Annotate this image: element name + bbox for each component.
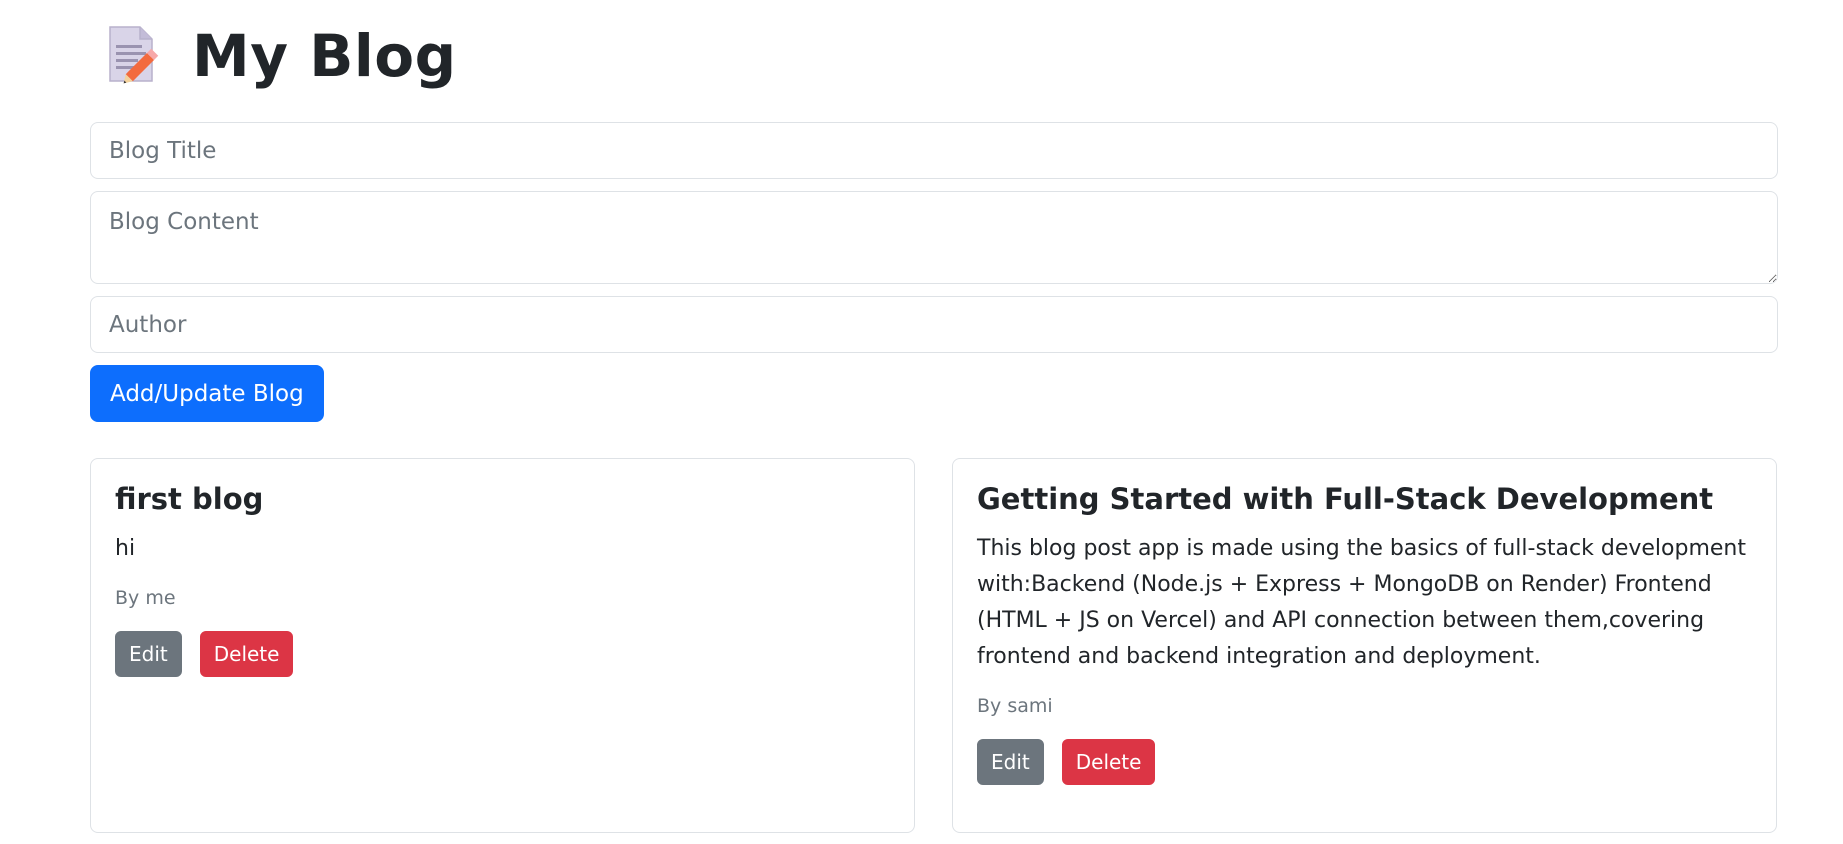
page-title: My Blog (192, 22, 457, 90)
blog-container: My Blog Add/Update Blog first blog hi By… (90, 0, 1778, 833)
memo-icon (104, 25, 164, 87)
blog-list: first blog hi By me Edit Delete Getting … (90, 458, 1778, 833)
author-input[interactable] (90, 296, 1778, 353)
add-update-blog-button[interactable]: Add/Update Blog (90, 365, 324, 422)
header: My Blog (90, 0, 1778, 112)
blog-card-author: By me (115, 586, 176, 609)
blog-card-content: This blog post app is made using the bas… (977, 535, 1746, 669)
blog-title-input[interactable] (90, 122, 1778, 179)
blog-card-title: Getting Started with Full-Stack Developm… (977, 482, 1714, 516)
delete-button[interactable]: Delete (1061, 738, 1156, 785)
edit-button[interactable]: Edit (115, 630, 182, 677)
page: My Blog Add/Update Blog first blog hi By… (0, 0, 1843, 844)
blog-card-actions: Edit Delete (977, 738, 1752, 785)
blog-card-author: By sami (977, 694, 1053, 717)
blog-card-title: first blog (115, 482, 264, 516)
blog-content-textarea[interactable] (90, 191, 1778, 284)
blog-card-actions: Edit Delete (115, 630, 890, 677)
edit-button[interactable]: Edit (977, 738, 1044, 785)
blog-card-content: hi (115, 535, 136, 561)
delete-button[interactable]: Delete (199, 630, 294, 677)
blog-card: first blog hi By me Edit Delete (90, 458, 915, 833)
blog-card: Getting Started with Full-Stack Developm… (952, 458, 1777, 833)
